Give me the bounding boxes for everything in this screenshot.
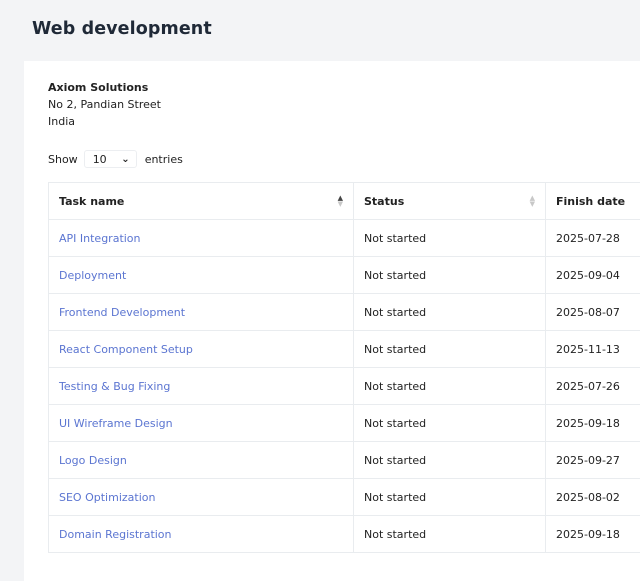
entries-select-value: 10 xyxy=(93,153,107,166)
company-address: No 2, Pandian Street xyxy=(48,96,161,113)
column-header-label: Finish date xyxy=(556,195,625,208)
finish-date-cell: 2025-08-02 xyxy=(546,479,640,516)
task-link[interactable]: Testing & Bug Fixing xyxy=(59,380,170,393)
finish-date-cell: 2025-09-18 xyxy=(546,516,640,553)
task-link[interactable]: UI Wireframe Design xyxy=(59,417,173,430)
company-country: India xyxy=(48,113,161,130)
task-link[interactable]: Frontend Development xyxy=(59,306,185,319)
column-header-task-name[interactable]: Task name ▲▼ xyxy=(49,183,354,220)
task-link[interactable]: API Integration xyxy=(59,232,141,245)
table-row: Logo Design Not started 2025-09-27 xyxy=(49,442,640,479)
column-header-label: Status xyxy=(364,195,404,208)
table-header-row: Task name ▲▼ Status ▲▼ Finish date xyxy=(49,183,640,220)
status-cell: Not started xyxy=(354,368,546,405)
sort-icon: ▲▼ xyxy=(530,195,535,207)
status-cell: Not started xyxy=(354,331,546,368)
table-row: API Integration Not started 2025-07-28 xyxy=(49,220,640,257)
table-row: Deployment Not started 2025-09-04 xyxy=(49,257,640,294)
finish-date-cell: 2025-11-13 xyxy=(546,331,640,368)
status-cell: Not started xyxy=(354,257,546,294)
company-name: Axiom Solutions xyxy=(48,79,161,96)
table-row: Frontend Development Not started 2025-08… xyxy=(49,294,640,331)
table-row: UI Wireframe Design Not started 2025-09-… xyxy=(49,405,640,442)
task-link[interactable]: Logo Design xyxy=(59,454,127,467)
task-link[interactable]: Domain Registration xyxy=(59,528,172,541)
task-link[interactable]: Deployment xyxy=(59,269,126,282)
status-cell: Not started xyxy=(354,479,546,516)
tasks-table: Task name ▲▼ Status ▲▼ Finish date API I… xyxy=(48,182,640,553)
page-title: Web development xyxy=(32,19,212,39)
column-header-status[interactable]: Status ▲▼ xyxy=(354,183,546,220)
finish-date-cell: 2025-07-28 xyxy=(546,220,640,257)
finish-date-cell: 2025-09-27 xyxy=(546,442,640,479)
column-header-label: Task name xyxy=(59,195,124,208)
entries-label: entries xyxy=(145,153,183,166)
content-card: Axiom Solutions No 2, Pandian Street Ind… xyxy=(24,61,640,581)
status-cell: Not started xyxy=(354,294,546,331)
column-header-finish-date[interactable]: Finish date xyxy=(546,183,640,220)
task-link[interactable]: SEO Optimization xyxy=(59,491,155,504)
status-cell: Not started xyxy=(354,220,546,257)
finish-date-cell: 2025-09-18 xyxy=(546,405,640,442)
sort-icon: ▲▼ xyxy=(338,195,343,207)
company-info: Axiom Solutions No 2, Pandian Street Ind… xyxy=(48,79,161,130)
task-link[interactable]: React Component Setup xyxy=(59,343,193,356)
entries-length-control: Show 10 ⌄ entries xyxy=(48,150,183,168)
show-label: Show xyxy=(48,153,78,166)
status-cell: Not started xyxy=(354,516,546,553)
status-cell: Not started xyxy=(354,405,546,442)
status-cell: Not started xyxy=(354,442,546,479)
table-row: Testing & Bug Fixing Not started 2025-07… xyxy=(49,368,640,405)
finish-date-cell: 2025-08-07 xyxy=(546,294,640,331)
finish-date-cell: 2025-09-04 xyxy=(546,257,640,294)
table-row: Domain Registration Not started 2025-09-… xyxy=(49,516,640,553)
table-row: React Component Setup Not started 2025-1… xyxy=(49,331,640,368)
finish-date-cell: 2025-07-26 xyxy=(546,368,640,405)
chevron-down-icon: ⌄ xyxy=(121,154,129,165)
entries-select[interactable]: 10 ⌄ xyxy=(84,150,137,168)
table-row: SEO Optimization Not started 2025-08-02 xyxy=(49,479,640,516)
